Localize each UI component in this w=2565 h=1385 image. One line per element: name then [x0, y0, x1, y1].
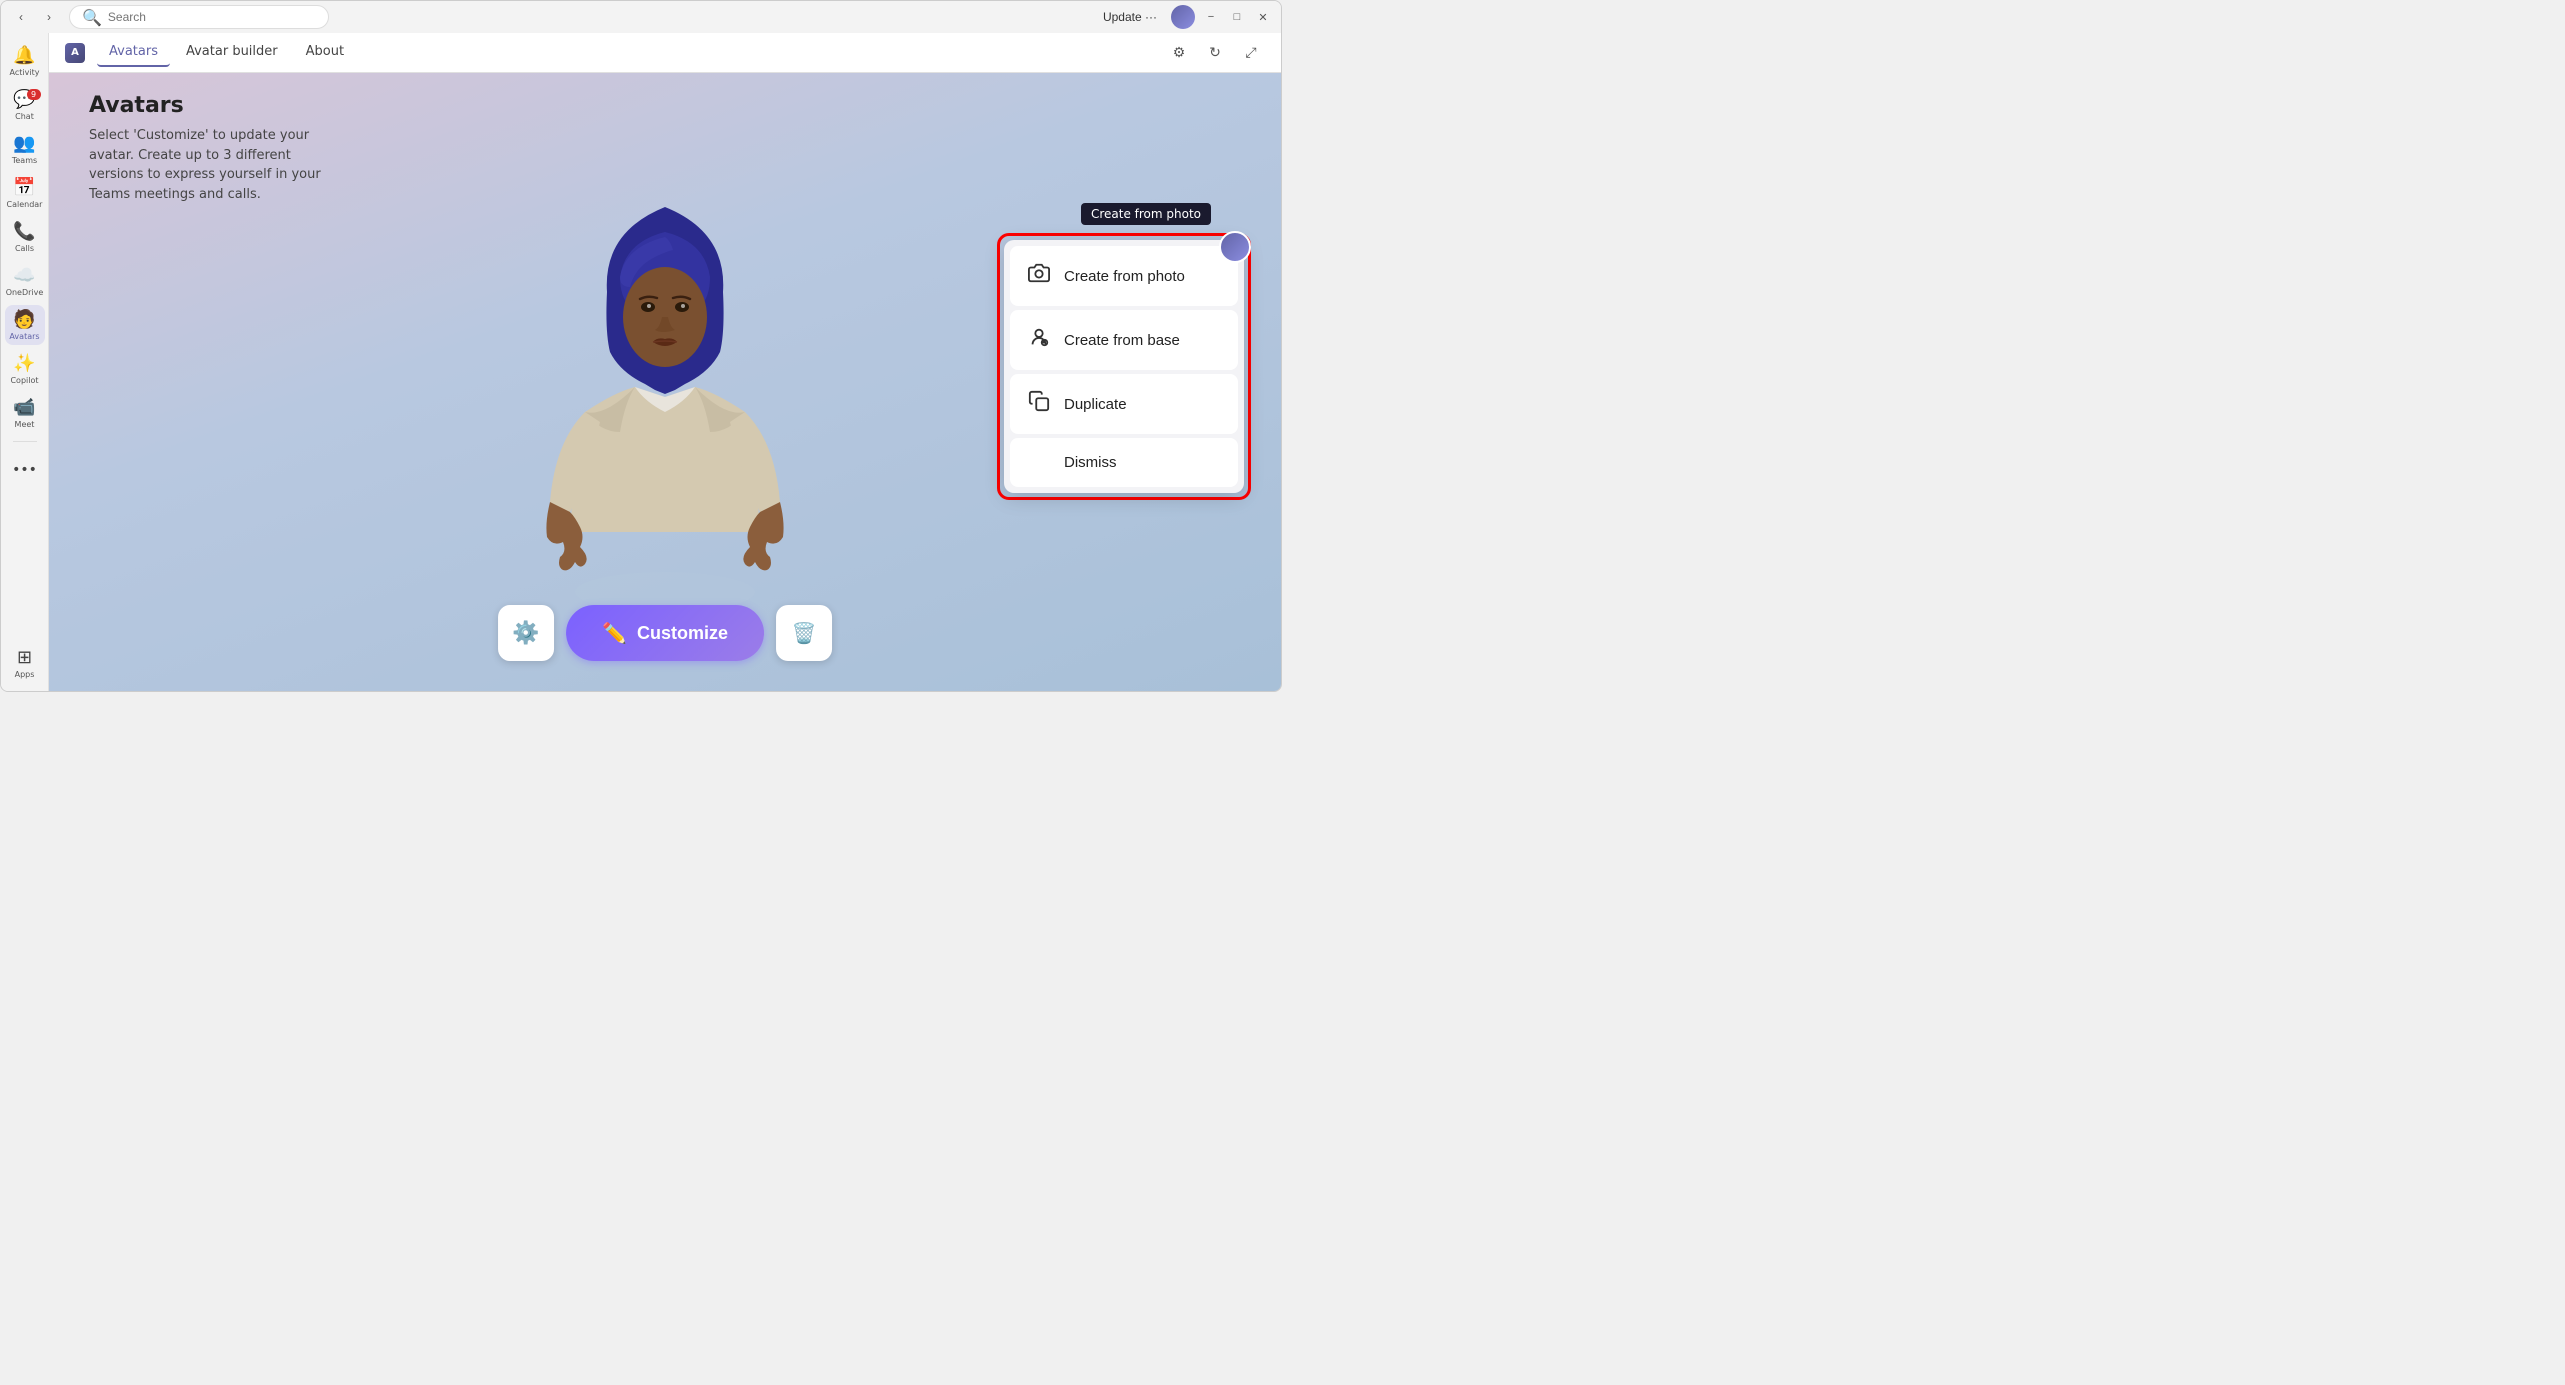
- page-description: Select 'Customize' to update your avatar…: [89, 126, 329, 204]
- create-from-photo-label: Create from photo: [1064, 268, 1185, 285]
- user-avatar[interactable]: [1171, 5, 1195, 29]
- tab-avatar-builder[interactable]: Avatar builder: [174, 38, 290, 67]
- avatars-icon: 🧑: [13, 309, 35, 330]
- bottom-toolbar: ⚙️ ✏️ Customize 🗑️: [498, 605, 832, 661]
- calls-icon: 📞: [13, 221, 35, 242]
- sidebar-label-avatars: Avatars: [9, 332, 39, 341]
- dismiss-button[interactable]: Dismiss: [1010, 438, 1238, 487]
- maximize-button[interactable]: □: [1227, 7, 1247, 27]
- sidebar-item-more[interactable]: •••: [5, 450, 45, 490]
- back-button[interactable]: ‹: [9, 5, 33, 29]
- activity-icon: 🔔: [13, 45, 35, 66]
- more-icon: •••: [12, 462, 37, 478]
- app-window: ‹ › 🔍 Update ··· − □ ✕ 🔔 Activity 💬: [0, 0, 1282, 692]
- sidebar-item-activity[interactable]: 🔔 Activity: [5, 41, 45, 81]
- expand-icon-btn[interactable]: ⤢: [1237, 39, 1265, 67]
- customize-icon: ✏️: [602, 621, 627, 646]
- title-bar: ‹ › 🔍 Update ··· − □ ✕: [1, 1, 1281, 33]
- duplicate-label: Duplicate: [1064, 396, 1127, 413]
- sidebar: 🔔 Activity 💬 Chat 9 👥 Teams 📅 Calendar 📞…: [1, 33, 49, 691]
- search-bar[interactable]: 🔍: [69, 5, 329, 29]
- update-button[interactable]: Update ···: [1095, 8, 1165, 26]
- tab-about[interactable]: About: [294, 38, 356, 67]
- sidebar-item-copilot[interactable]: ✨ Copilot: [5, 349, 45, 389]
- tab-bar-right: ⚙ ↻ ⤢: [1165, 39, 1265, 67]
- create-from-base-button[interactable]: Create from base: [1010, 310, 1238, 370]
- sidebar-label-calendar: Calendar: [7, 200, 43, 209]
- sidebar-label-onedrive: OneDrive: [6, 288, 44, 297]
- settings-button[interactable]: ⚙️: [498, 605, 554, 661]
- minimize-button[interactable]: −: [1201, 7, 1221, 27]
- title-bar-right: Update ··· − □ ✕: [1095, 5, 1273, 29]
- teams-icon: 👥: [13, 133, 35, 154]
- content-area: A Avatars Avatar builder About ⚙ ↻ ⤢ Ava…: [49, 33, 1281, 691]
- apps-icon: ⊞: [17, 647, 32, 668]
- main-layout: 🔔 Activity 💬 Chat 9 👥 Teams 📅 Calendar 📞…: [1, 33, 1281, 691]
- popup-profile-circle: [1219, 231, 1251, 263]
- avatar-svg: [525, 132, 805, 632]
- sidebar-item-calendar[interactable]: 📅 Calendar: [5, 173, 45, 213]
- sidebar-label-chat: Chat: [15, 112, 34, 121]
- popup-container: Create from photo: [997, 233, 1251, 500]
- sidebar-item-teams[interactable]: 👥 Teams: [5, 129, 45, 169]
- settings-icon: ⚙️: [512, 620, 539, 646]
- settings-icon-btn[interactable]: ⚙: [1165, 39, 1193, 67]
- dismiss-label: Dismiss: [1064, 454, 1117, 471]
- reload-icon-btn[interactable]: ↻: [1201, 39, 1229, 67]
- sidebar-item-onedrive[interactable]: ☁️ OneDrive: [5, 261, 45, 301]
- forward-button[interactable]: ›: [37, 5, 61, 29]
- duplicate-button[interactable]: Duplicate: [1010, 374, 1238, 434]
- customize-label: Customize: [637, 623, 728, 644]
- sidebar-item-avatars[interactable]: 🧑 Avatars: [5, 305, 45, 345]
- popup-highlight: Create from photo: [997, 233, 1251, 500]
- customize-button[interactable]: ✏️ Customize: [566, 605, 764, 661]
- onedrive-icon: ☁️: [13, 265, 35, 286]
- sidebar-divider: [13, 441, 37, 442]
- camera-icon: [1028, 262, 1050, 290]
- app-logo: A: [65, 43, 85, 63]
- create-from-base-label: Create from base: [1064, 332, 1180, 349]
- sidebar-item-meet[interactable]: 📹 Meet: [5, 393, 45, 433]
- popup-tooltip: Create from photo: [1081, 203, 1211, 225]
- tab-avatars[interactable]: Avatars: [97, 38, 170, 67]
- meet-icon: 📹: [13, 397, 35, 418]
- copilot-icon: ✨: [13, 353, 35, 374]
- sidebar-item-calls[interactable]: 📞 Calls: [5, 217, 45, 257]
- avatar-figure: [525, 132, 805, 632]
- main-content: Avatars Select 'Customize' to update you…: [49, 73, 1281, 691]
- nav-buttons: ‹ ›: [9, 5, 61, 29]
- sidebar-label-meet: Meet: [15, 420, 35, 429]
- search-input[interactable]: [108, 10, 316, 24]
- page-header: Avatars Select 'Customize' to update you…: [89, 93, 329, 204]
- avatar-base-icon: [1028, 326, 1050, 354]
- create-from-photo-button[interactable]: Create from photo: [1010, 246, 1238, 306]
- delete-icon: 🗑️: [792, 621, 817, 646]
- sidebar-label-apps: Apps: [15, 670, 35, 679]
- sidebar-label-calls: Calls: [15, 244, 34, 253]
- duplicate-icon: [1028, 390, 1050, 418]
- sidebar-item-chat[interactable]: 💬 Chat 9: [5, 85, 45, 125]
- title-bar-left: ‹ › 🔍: [9, 5, 329, 29]
- delete-button[interactable]: 🗑️: [776, 605, 832, 661]
- popup-menu: Create from photo: [1004, 240, 1244, 493]
- sidebar-label-copilot: Copilot: [10, 376, 38, 385]
- sidebar-label-activity: Activity: [10, 68, 40, 77]
- sidebar-label-teams: Teams: [12, 156, 37, 165]
- search-icon: 🔍: [82, 8, 102, 27]
- calendar-icon: 📅: [13, 177, 35, 198]
- chat-badge: 9: [27, 89, 41, 100]
- page-title: Avatars: [89, 93, 329, 118]
- sidebar-item-apps[interactable]: ⊞ Apps: [5, 643, 45, 683]
- tab-bar: A Avatars Avatar builder About ⚙ ↻ ⤢: [49, 33, 1281, 73]
- close-button[interactable]: ✕: [1253, 7, 1273, 27]
